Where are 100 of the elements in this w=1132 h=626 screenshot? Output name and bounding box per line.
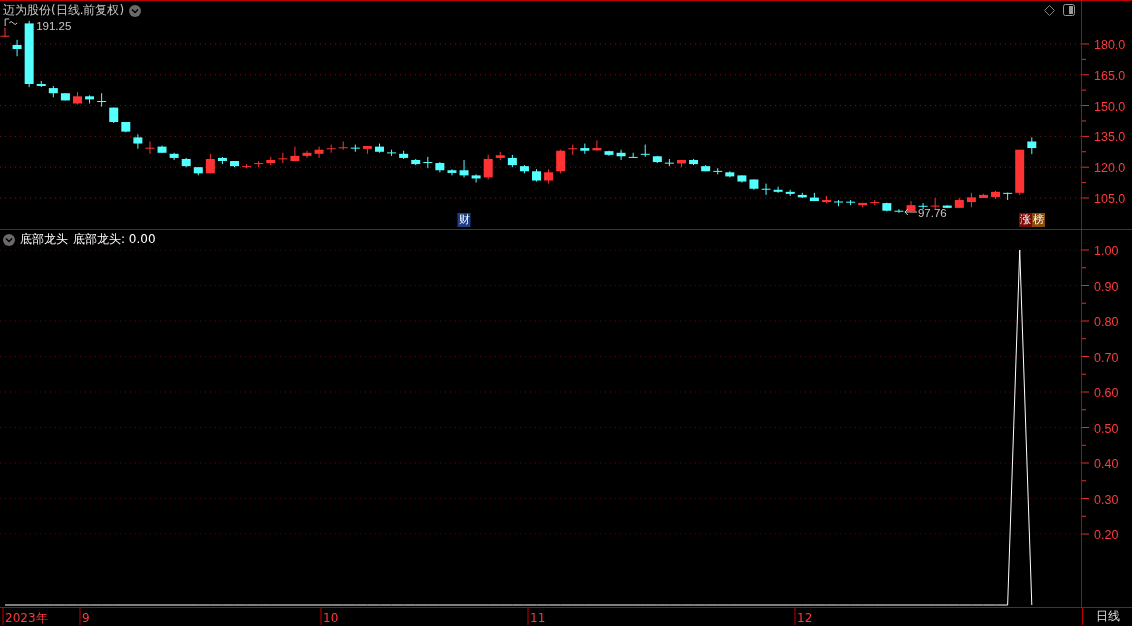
candlestick — [278, 152, 288, 164]
candlestick — [399, 150, 409, 160]
high-price-label: 191.25 — [36, 20, 72, 32]
candlestick — [254, 160, 264, 168]
candlestick — [918, 202, 928, 210]
panel-toggle-icon[interactable] — [1063, 4, 1075, 16]
candlestick — [459, 159, 469, 178]
candlestick — [447, 168, 457, 176]
candlestick — [544, 168, 554, 185]
candlestick — [338, 141, 348, 151]
candlestick — [894, 208, 904, 214]
candlestick — [230, 160, 239, 168]
candlestick — [48, 85, 58, 98]
candlestick — [495, 151, 505, 161]
candlestick — [12, 39, 22, 57]
candlestick — [580, 143, 590, 155]
candlestick — [266, 156, 276, 166]
candlestick — [290, 146, 300, 162]
candlestick — [954, 197, 964, 209]
date-label: 2023年 — [5, 611, 48, 625]
candlestick — [664, 158, 674, 167]
axis-label: 0.50 — [1094, 421, 1119, 436]
candlestick — [930, 197, 940, 210]
candlestick — [519, 164, 529, 174]
candlestick — [302, 150, 312, 159]
candlestick — [882, 202, 892, 212]
candlestick — [435, 161, 445, 173]
candlestick — [60, 92, 70, 101]
candlestick — [97, 92, 107, 108]
axis-label: 0.20 — [1094, 528, 1119, 542]
candlestick — [628, 152, 638, 159]
diamond-icon[interactable] — [1044, 4, 1055, 16]
candlestick — [785, 189, 795, 197]
indicator-name: 底部龙头 — [20, 232, 68, 247]
axis-label: 0.90 — [1094, 279, 1119, 294]
candlestick — [701, 164, 711, 172]
date-label: 10 — [323, 611, 339, 625]
candlestick — [387, 149, 397, 157]
axis-label: 0.60 — [1094, 386, 1119, 400]
axis-label: 0.70 — [1094, 350, 1119, 365]
candlestick — [0, 27, 10, 38]
dropdown-icon[interactable] — [129, 4, 142, 17]
axis-label: 105.0 — [1094, 192, 1126, 206]
candlestick — [966, 192, 976, 208]
candlestick — [991, 190, 1001, 200]
axis-label: 180.0 — [1094, 37, 1126, 52]
candlestick — [193, 166, 203, 176]
candlestick — [471, 173, 481, 184]
stock-title: 迈为股份(日线.前复权) — [3, 3, 125, 18]
leader-line — [4, 18, 18, 27]
date-label: 11 — [530, 611, 546, 625]
candlestick — [689, 158, 699, 166]
axis-label: 150.0 — [1094, 99, 1126, 114]
candlestick — [1015, 149, 1025, 196]
axis-label: 120.0 — [1094, 161, 1126, 176]
candlestick — [761, 183, 771, 196]
candlestick — [773, 186, 783, 194]
candlestick — [24, 20, 34, 88]
candlestick — [375, 143, 384, 154]
candlestick — [725, 170, 735, 178]
candlestick — [809, 192, 819, 202]
candlestick — [532, 168, 541, 183]
candlestick — [1027, 136, 1037, 155]
candlestick — [109, 107, 119, 124]
event-badge[interactable]: 财 — [457, 213, 471, 227]
candlestick — [133, 133, 143, 150]
candlestick — [205, 153, 215, 174]
candlestick — [314, 146, 324, 159]
axis-label: 0.80 — [1094, 315, 1119, 329]
candlestick — [326, 144, 336, 154]
candlestick — [157, 145, 167, 154]
axis-label: 165.0 — [1094, 68, 1126, 83]
period-button[interactable]: 日线 — [1082, 608, 1132, 625]
candlestick — [507, 154, 517, 168]
candlestick — [1003, 192, 1013, 201]
candlestick — [145, 141, 155, 155]
candlestick — [568, 144, 578, 156]
candlestick — [362, 145, 372, 155]
candlestick — [483, 154, 493, 180]
date-label: 9 — [82, 611, 90, 625]
candlestick — [797, 192, 807, 199]
candlestick — [411, 158, 421, 166]
candlestick — [858, 202, 868, 208]
event-badge[interactable]: 涨 — [1018, 213, 1032, 227]
candlestick — [677, 159, 686, 168]
axis-label: 0.40 — [1094, 457, 1119, 471]
axis-label: 1.00 — [1094, 244, 1119, 258]
candlestick — [36, 80, 46, 88]
low-price-label: 97.76 — [917, 207, 947, 219]
candlestick — [846, 199, 856, 206]
dropdown-icon[interactable] — [3, 233, 15, 246]
candlestick — [592, 139, 602, 152]
candlestick — [181, 157, 191, 168]
candlestick — [870, 199, 880, 206]
candlestick — [942, 204, 952, 209]
candlestick — [640, 144, 650, 158]
candlestick — [73, 91, 82, 105]
candlestick — [121, 121, 131, 133]
candlestick — [423, 156, 433, 169]
candlestick — [906, 200, 916, 213]
